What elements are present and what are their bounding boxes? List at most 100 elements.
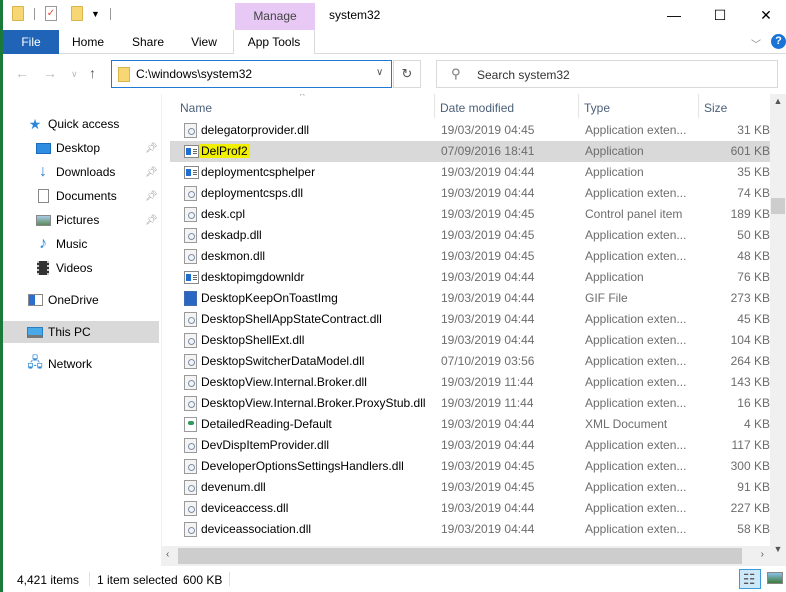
file-name[interactable]: DesktopSwitcherDataModel.dll xyxy=(201,354,364,368)
help-icon[interactable]: ? xyxy=(771,34,786,49)
pin-icon[interactable]: 📌︎ xyxy=(145,215,158,226)
column-header-date[interactable]: Date modified xyxy=(440,101,514,115)
vertical-scroll-thumb[interactable] xyxy=(771,198,785,214)
file-name[interactable]: DesktopShellAppStateContract.dll xyxy=(201,312,382,326)
file-name[interactable]: desktopimgdownldr xyxy=(201,270,304,284)
horizontal-scroll-thumb[interactable] xyxy=(178,548,742,564)
maximize-button[interactable]: ☐ xyxy=(697,0,743,30)
file-row[interactable]: deskmon.dll 19/03/2019 04:45 Application e… xyxy=(170,246,770,267)
column-separator[interactable] xyxy=(434,94,435,118)
pin-icon[interactable]: 📌︎ xyxy=(145,191,158,202)
sidebar-item-videos[interactable]: Videos xyxy=(3,257,159,279)
address-bar[interactable]: C:\windows\system32 ∨ xyxy=(111,60,392,88)
manage-contextual-tab[interactable]: Manage xyxy=(235,3,315,30)
minimize-button[interactable]: — xyxy=(651,0,697,30)
file-name[interactable]: DesktopKeepOnToastImg xyxy=(201,291,338,305)
file-row[interactable]: DesktopView.Internal.Broker.ProxyStub.dl… xyxy=(170,393,770,414)
close-button[interactable]: ✕ xyxy=(743,0,786,30)
file-name[interactable]: DevDispItemProvider.dll xyxy=(201,438,329,452)
file-row[interactable]: DetailedReading-Default 19/03/2019 04:44 X… xyxy=(170,414,770,435)
tab-share[interactable]: Share xyxy=(125,30,171,54)
back-arrow-icon[interactable]: ← xyxy=(15,65,29,81)
file-name[interactable]: DesktopView.Internal.Broker.dll xyxy=(201,375,367,389)
sidebar-item-documents[interactable]: Documents 📌︎ xyxy=(3,185,159,207)
file-row[interactable]: desk.cpl 19/03/2019 04:45 Control panel it… xyxy=(170,204,770,225)
file-name[interactable]: deskadp.dll xyxy=(201,228,262,242)
expand-ribbon-icon[interactable]: ﹀ xyxy=(751,36,761,51)
file-name[interactable]: DelProf2 xyxy=(199,144,250,158)
chevron-down-icon[interactable]: ∨ xyxy=(376,67,383,78)
file-row[interactable]: DesktopKeepOnToastImg 19/03/2019 04:44 GIF… xyxy=(170,288,770,309)
file-row[interactable]: deploymentcsps.dll 19/03/2019 04:44 Applic… xyxy=(170,183,770,204)
file-row[interactable]: deploymentcsphelper 19/03/2019 04:44 Appli… xyxy=(170,162,770,183)
tab-file[interactable]: File xyxy=(3,30,59,54)
file-name[interactable]: deskmon.dll xyxy=(201,249,265,263)
vertical-scrollbar[interactable]: ▲ ▼ xyxy=(770,94,786,566)
sidebar-item-this-pc[interactable]: This PC xyxy=(3,321,159,343)
file-row[interactable]: DeveloperOptionsSettingsHandlers.dll 19/0… xyxy=(170,456,770,477)
details-view-button[interactable] xyxy=(739,569,761,589)
file-name[interactable]: deviceaccess.dll xyxy=(201,501,288,515)
refresh-button[interactable]: ↻ xyxy=(393,60,421,88)
file-name[interactable]: deviceassociation.dll xyxy=(201,522,311,536)
column-header-name[interactable]: Name xyxy=(180,101,212,115)
tab-home[interactable]: Home xyxy=(63,30,113,54)
search-input[interactable]: ⚲ Search system32 xyxy=(436,60,778,88)
customize-qat-icon[interactable]: ▼ xyxy=(91,9,100,19)
file-type: Application exten... xyxy=(585,249,687,263)
sidebar-item-quick-access[interactable]: ★ Quick access xyxy=(3,113,159,135)
sidebar-item-music[interactable]: ♪ Music xyxy=(3,233,159,255)
file-row[interactable]: delegatorprovider.dll 19/03/2019 04:45 App… xyxy=(170,120,770,141)
selection-size: 600 KB xyxy=(183,573,223,587)
file-name[interactable]: DesktopView.Internal.Broker.ProxyStub.dl… xyxy=(201,396,426,410)
sidebar-item-downloads[interactable]: ↓ Downloads 📌︎ xyxy=(3,161,159,183)
column-separator[interactable] xyxy=(698,94,699,118)
file-row[interactable]: DeviceCensus 07/10/2019 03:55 Application 2… xyxy=(170,540,770,544)
file-name[interactable]: DetailedReading-Default xyxy=(201,417,332,431)
file-row[interactable]: deviceaccess.dll 19/03/2019 04:44 Applicat… xyxy=(170,498,770,519)
tab-view[interactable]: View xyxy=(183,30,225,54)
sidebar-item-network[interactable]: 🖧︎ Network xyxy=(3,353,159,375)
sidebar-item-onedrive[interactable]: OneDrive xyxy=(3,289,159,311)
tab-app-tools[interactable]: App Tools xyxy=(233,30,315,54)
file-row[interactable]: DevDispItemProvider.dll 19/03/2019 04:44 A… xyxy=(170,435,770,456)
file-row[interactable]: DesktopView.Internal.Broker.dll 19/03/201… xyxy=(170,372,770,393)
folder-icon[interactable] xyxy=(12,6,24,21)
file-row[interactable]: DesktopShellAppStateContract.dll 19/03/20… xyxy=(170,309,770,330)
sidebar-item-pictures[interactable]: Pictures 📌︎ xyxy=(3,209,159,231)
file-row[interactable]: desktopimgdownldr 19/03/2019 04:44 Applica… xyxy=(170,267,770,288)
file-row[interactable]: devenum.dll 19/03/2019 04:45 Application e… xyxy=(170,477,770,498)
file-name[interactable]: DeveloperOptionsSettingsHandlers.dll xyxy=(201,459,404,473)
file-name[interactable]: deploymentcsps.dll xyxy=(201,186,303,200)
forward-arrow-icon[interactable]: → xyxy=(43,65,57,81)
sidebar-item-desktop[interactable]: Desktop 📌︎ xyxy=(3,137,159,159)
file-name[interactable]: desk.cpl xyxy=(201,207,245,221)
column-header-type[interactable]: Type xyxy=(584,101,610,115)
file-row[interactable]: DesktopSwitcherDataModel.dll 07/10/2019 0… xyxy=(170,351,770,372)
pane-divider[interactable] xyxy=(161,94,162,566)
new-folder-icon[interactable] xyxy=(71,6,83,21)
scroll-right-icon[interactable]: › xyxy=(761,549,764,560)
file-row[interactable]: DesktopShellExt.dll 19/03/2019 04:44 Appli… xyxy=(170,330,770,351)
file-name[interactable]: DesktopShellExt.dll xyxy=(201,333,304,347)
file-row[interactable]: deviceassociation.dll 19/03/2019 04:44 App… xyxy=(170,519,770,540)
scroll-up-icon[interactable]: ▲ xyxy=(770,96,786,106)
scroll-left-icon[interactable]: ‹ xyxy=(166,549,169,560)
file-name[interactable]: devenum.dll xyxy=(201,480,266,494)
properties-icon[interactable]: ✓ xyxy=(45,6,57,21)
file-name[interactable]: deploymentcsphelper xyxy=(201,165,315,179)
file-row[interactable]: DelProf2 07/09/2016 18:41 Application 601 K… xyxy=(170,141,770,162)
pin-icon[interactable]: 📌︎ xyxy=(145,167,158,178)
column-separator[interactable] xyxy=(578,94,579,118)
large-icons-view-button[interactable] xyxy=(767,572,783,584)
up-arrow-icon[interactable]: ↑ xyxy=(89,65,96,81)
column-header-size[interactable]: Size xyxy=(704,101,727,115)
pin-icon[interactable]: 📌︎ xyxy=(145,143,158,154)
scroll-down-icon[interactable]: ▼ xyxy=(770,544,786,554)
address-path[interactable]: C:\windows\system32 xyxy=(136,67,252,81)
horizontal-scrollbar[interactable]: ‹ › xyxy=(162,546,770,566)
file-name[interactable]: delegatorprovider.dll xyxy=(201,123,309,137)
recent-locations-icon[interactable]: ∨ xyxy=(71,69,78,80)
file-name[interactable]: DeviceCensus xyxy=(201,543,278,544)
file-row[interactable]: deskadp.dll 19/03/2019 04:45 Application e… xyxy=(170,225,770,246)
